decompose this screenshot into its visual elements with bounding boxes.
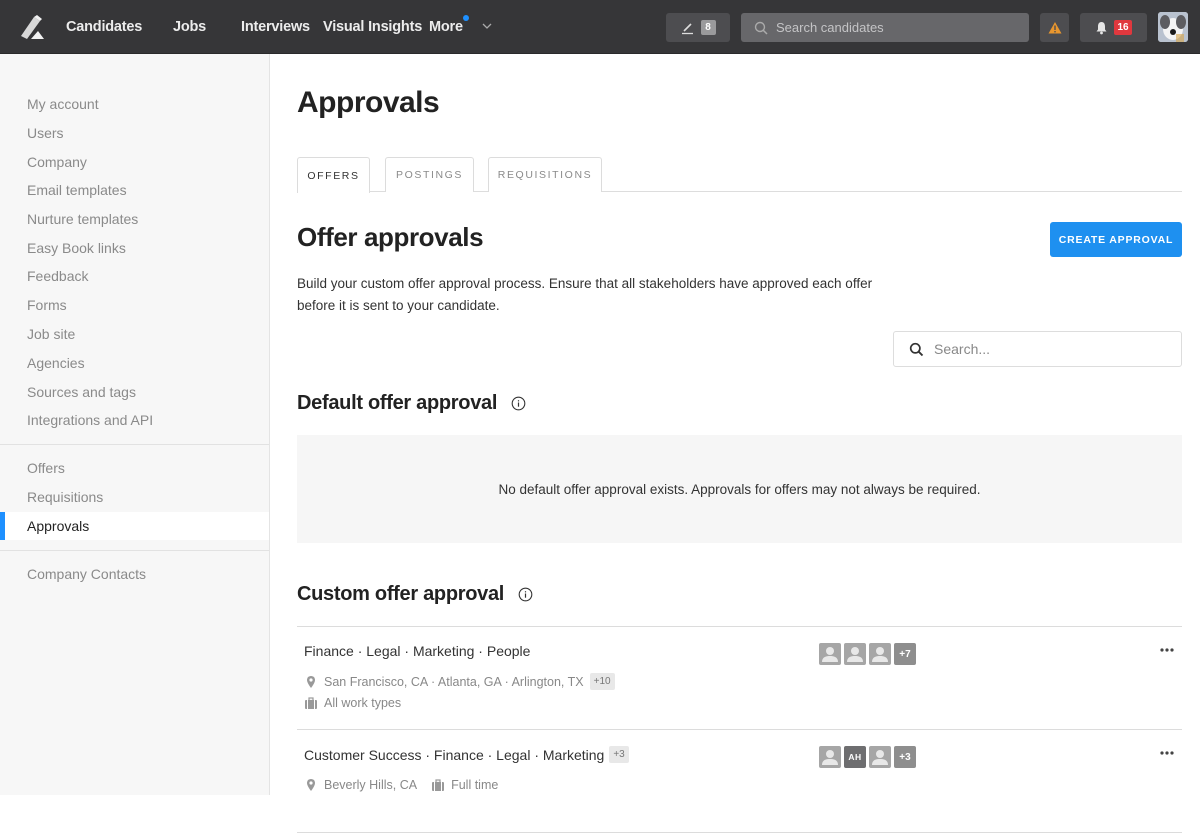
tasks-button[interactable]: 8 <box>666 13 730 42</box>
sidebar-item-feedback[interactable]: Feedback <box>0 262 269 290</box>
approver-avatar[interactable] <box>869 643 891 665</box>
sidebar-item-my-account[interactable]: My account <box>0 90 269 118</box>
sidebar-item-company[interactable]: Company <box>0 148 269 176</box>
location-pin-icon <box>307 675 315 688</box>
sidebar-item-email-templates[interactable]: Email templates <box>0 176 269 204</box>
sidebar-item-sources-and-tags[interactable]: Sources and tags <box>0 378 269 406</box>
briefcase-icon <box>432 779 445 791</box>
approver-avatars: AH +3 <box>819 746 916 768</box>
sidebar-item-requisitions[interactable]: Requisitions <box>0 483 269 511</box>
sidebar-item-agencies[interactable]: Agencies <box>0 349 269 377</box>
approval-row[interactable]: Customer Success · Finance · Legal · Mar… <box>297 730 1182 833</box>
approval-tabs: OFFERS POSTINGS REQUISITIONS <box>297 157 1182 193</box>
warning-icon <box>1048 22 1061 34</box>
candidate-search-input[interactable] <box>776 20 1016 35</box>
teams-more-chip[interactable]: +3 <box>609 746 629 763</box>
notifications-count: 16 <box>1114 20 1132 35</box>
approver-avatar[interactable] <box>869 746 891 768</box>
user-placeholder-icon <box>872 647 888 662</box>
lever-logo-icon[interactable] <box>19 14 45 40</box>
notifications-button[interactable]: 16 <box>1080 13 1147 42</box>
approval-search-input[interactable] <box>934 341 1164 357</box>
search-icon <box>909 342 924 356</box>
default-approval-title: Default offer approval <box>297 392 498 414</box>
default-approval-heading: Default offer approval <box>297 392 526 415</box>
user-placeholder-icon <box>822 750 838 765</box>
nav-visual-insights[interactable]: Visual Insights <box>323 19 422 35</box>
locations-text: Beverly Hills, CA <box>324 778 418 792</box>
sidebar-item-company-contacts[interactable]: Company Contacts <box>0 560 269 588</box>
approval-locations: San Francisco, CA · Atlanta, GA · Arling… <box>304 673 615 690</box>
work-type-text: All work types <box>324 696 402 710</box>
approvers-more-count[interactable]: +3 <box>894 746 916 768</box>
section-title: Offer approvals <box>297 222 484 252</box>
sidebar-item-job-site[interactable]: Job site <box>0 320 269 348</box>
page-title: Approvals <box>297 86 440 119</box>
sidebar-divider <box>0 550 269 551</box>
tab-postings[interactable]: POSTINGS <box>385 157 474 192</box>
approver-avatars: +7 <box>819 643 916 665</box>
nav-interviews[interactable]: Interviews <box>241 19 310 35</box>
empty-state-message: No default offer approval exists. Approv… <box>498 481 981 497</box>
locations-text: San Francisco, CA · Atlanta, GA · Arling… <box>324 674 584 689</box>
briefcase-icon <box>305 697 317 709</box>
sidebar-item-forms[interactable]: Forms <box>0 291 269 319</box>
approvers-more-count[interactable]: +7 <box>894 643 916 665</box>
approval-search[interactable] <box>893 331 1182 367</box>
sidebar-item-easy-book-links[interactable]: Easy Book links <box>0 234 269 262</box>
user-avatar[interactable] <box>1158 12 1188 42</box>
custom-approval-title: Custom offer approval <box>297 583 505 605</box>
user-placeholder-icon <box>847 647 863 662</box>
settings-sidebar: My account Users Company Email templates… <box>0 54 270 795</box>
candidate-search[interactable] <box>741 13 1029 42</box>
tasks-count: 8 <box>700 20 716 35</box>
locations-more-chip[interactable]: +10 <box>589 673 615 690</box>
more-options-icon[interactable] <box>1159 645 1175 655</box>
work-type-text: Full time <box>451 778 499 792</box>
default-approval-empty-state: No default offer approval exists. Approv… <box>297 435 1182 543</box>
teams-text: Finance · Legal · Marketing · People <box>304 643 531 659</box>
approval-teams: Finance · Legal · Marketing · People <box>304 643 530 659</box>
approver-avatar[interactable] <box>819 643 841 665</box>
sidebar-item-users[interactable]: Users <box>0 119 269 147</box>
custom-approval-list: Finance · Legal · Marketing · People San… <box>297 626 1182 833</box>
sidebar-divider <box>0 444 269 445</box>
sidebar-item-approvals[interactable]: Approvals <box>0 512 269 540</box>
nav-candidates[interactable]: Candidates <box>66 19 142 35</box>
pencil-icon <box>681 22 693 34</box>
custom-approval-heading: Custom offer approval <box>297 583 533 606</box>
sidebar-item-nurture-templates[interactable]: Nurture templates <box>0 205 269 233</box>
search-icon <box>754 21 768 35</box>
approval-location-and-work-type: Beverly Hills, CA Full time <box>304 778 498 792</box>
notification-dot <box>463 15 469 21</box>
approver-avatar[interactable] <box>844 643 866 665</box>
nav-more[interactable]: More <box>429 19 463 35</box>
tab-offers[interactable]: OFFERS <box>297 157 370 193</box>
more-options-icon[interactable] <box>1159 748 1175 758</box>
avatar-dog-image <box>1158 12 1188 42</box>
warning-button[interactable] <box>1040 13 1069 42</box>
approver-initials-avatar[interactable]: AH <box>844 746 866 768</box>
section-description: Build your custom offer approval process… <box>297 276 873 313</box>
user-placeholder-icon <box>872 750 888 765</box>
approval-row[interactable]: Finance · Legal · Marketing · People San… <box>297 627 1182 730</box>
sidebar-item-offers[interactable]: Offers <box>0 454 269 482</box>
approver-avatar[interactable] <box>819 746 841 768</box>
info-icon[interactable] <box>511 396 526 411</box>
top-navigation-bar: Candidates Jobs Interviews Visual Insigh… <box>0 0 1200 54</box>
bell-icon <box>1096 21 1107 34</box>
info-icon[interactable] <box>518 587 533 602</box>
tab-requisitions[interactable]: REQUISITIONS <box>488 157 602 192</box>
user-placeholder-icon <box>822 647 838 662</box>
teams-text: Customer Success · Finance · Legal · Mar… <box>304 746 605 763</box>
approval-teams: Customer Success · Finance · Legal · Mar… <box>304 746 629 763</box>
approval-work-type: All work types <box>304 696 401 710</box>
chevron-down-icon[interactable] <box>481 20 493 32</box>
create-approval-button[interactable]: CREATE APPROVAL <box>1050 222 1182 257</box>
nav-jobs[interactable]: Jobs <box>173 19 206 35</box>
sidebar-item-integrations-and-api[interactable]: Integrations and API <box>0 406 269 434</box>
location-pin-icon <box>307 779 315 791</box>
